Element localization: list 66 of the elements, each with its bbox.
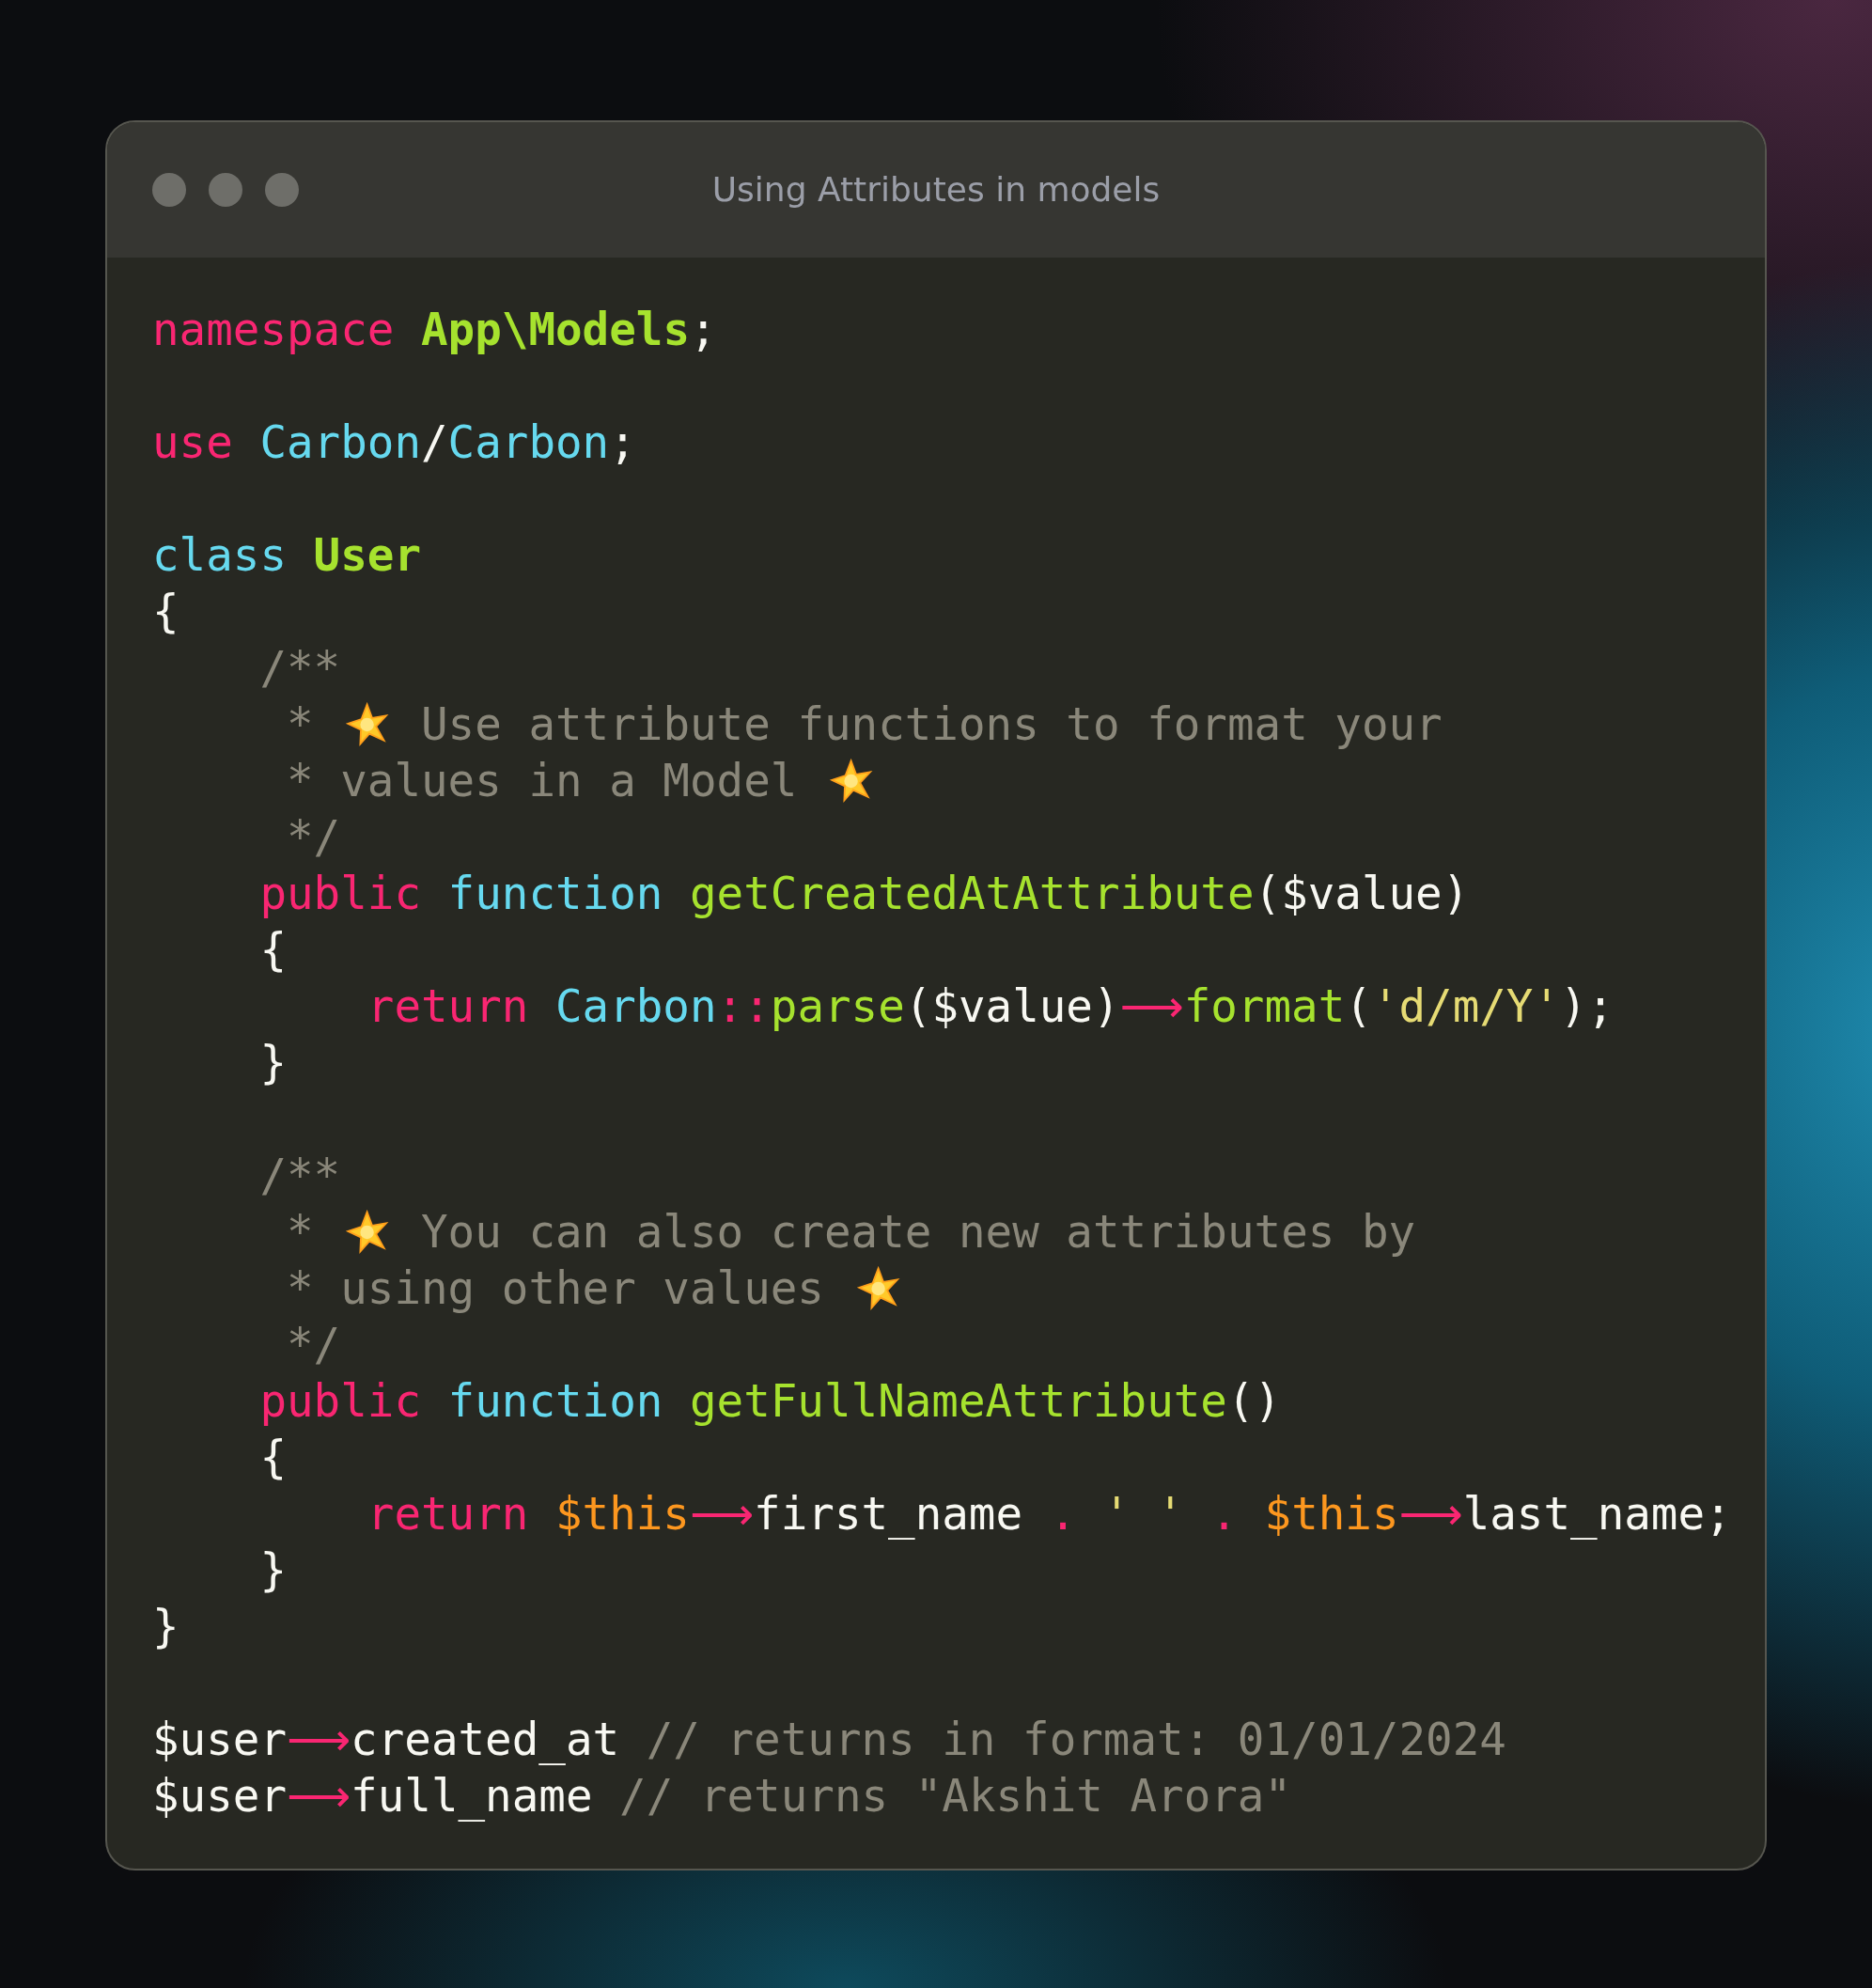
keyword-text: public [259, 867, 421, 921]
function-name-text: getFullNameAttribute [690, 1374, 1227, 1429]
type-text: function [447, 1374, 663, 1429]
keyword-text: public [259, 1374, 421, 1429]
string-text: ' ' [1102, 1487, 1184, 1542]
type-text: function [447, 867, 663, 921]
window-dot [265, 173, 299, 207]
window-title: Using Attributes in models [711, 169, 1161, 211]
variable-text: $this [555, 1487, 690, 1542]
comment-text: */ [287, 1318, 341, 1372]
comment-text: */ [287, 810, 341, 865]
keyword-text: return [367, 1487, 529, 1542]
type-text: Carbon [259, 415, 421, 470]
window-dot [209, 173, 242, 207]
comment-text: Use attribute functions to format your [421, 697, 1443, 752]
code-text: ); [1560, 979, 1615, 1034]
code-text: () [1226, 1374, 1282, 1429]
comment-text: * [287, 697, 314, 752]
code-text: { [259, 1431, 287, 1485]
comment-text: * values in a Model [287, 754, 798, 808]
arrow-operator: ⟶ [1119, 979, 1184, 1034]
name-text: User [313, 528, 421, 583]
comment-text: /** [259, 641, 341, 696]
comment-text: // returns "Akshit Arora" [619, 1769, 1292, 1824]
code-text: last_name; [1462, 1487, 1732, 1542]
code-text: created_at [351, 1713, 620, 1767]
operator-text: . [1210, 1487, 1238, 1542]
code-text: full_name [351, 1769, 593, 1824]
code-text: / [421, 415, 448, 470]
window-dot [152, 173, 186, 207]
code-text: first_name [754, 1487, 1023, 1542]
code-text: ; [690, 303, 717, 357]
code-text: } [152, 1600, 179, 1654]
keyword-text: return [367, 979, 529, 1034]
comment-text: You can also create new attributes by [421, 1205, 1416, 1260]
code-text: { [152, 585, 179, 639]
code-text: $user [152, 1713, 287, 1767]
arrow-operator: ⟶ [690, 1487, 755, 1542]
arrow-operator: ⟶ [287, 1769, 351, 1824]
code-text: } [259, 1036, 287, 1090]
keyword-text: use [152, 415, 233, 470]
keyword-text: namespace [152, 303, 395, 357]
code-text: } [259, 1543, 287, 1598]
function-name-text: getCreatedAtAttribute [690, 867, 1255, 921]
operator-text: :: [716, 979, 771, 1034]
arrow-operator: ⟶ [1398, 1487, 1463, 1542]
code-text: ($value) [904, 979, 1120, 1034]
type-text: Carbon [447, 415, 610, 470]
comment-text: * using other values [287, 1261, 824, 1316]
code-text: ( [1345, 979, 1372, 1034]
type-text: Carbon [555, 979, 717, 1034]
arrow-operator: ⟶ [287, 1713, 351, 1767]
operator-text: . [1049, 1487, 1077, 1542]
variable-text: $this [1264, 1487, 1399, 1542]
code-text: { [259, 923, 287, 978]
comment-text: /** [259, 1149, 341, 1203]
string-text: 'd/m/Y' [1371, 979, 1561, 1034]
code-text: ($value) [1254, 867, 1470, 921]
comment-text: * [287, 1205, 314, 1260]
function-name-text: parse [770, 979, 905, 1034]
comment-text: // returns in format: 01/01/2024 [646, 1713, 1506, 1767]
code-text: ; [609, 415, 636, 470]
code-text: $user [152, 1769, 287, 1824]
type-text: class [152, 528, 287, 583]
function-name-text: format [1183, 979, 1346, 1034]
name-text: App\Models [421, 303, 690, 357]
